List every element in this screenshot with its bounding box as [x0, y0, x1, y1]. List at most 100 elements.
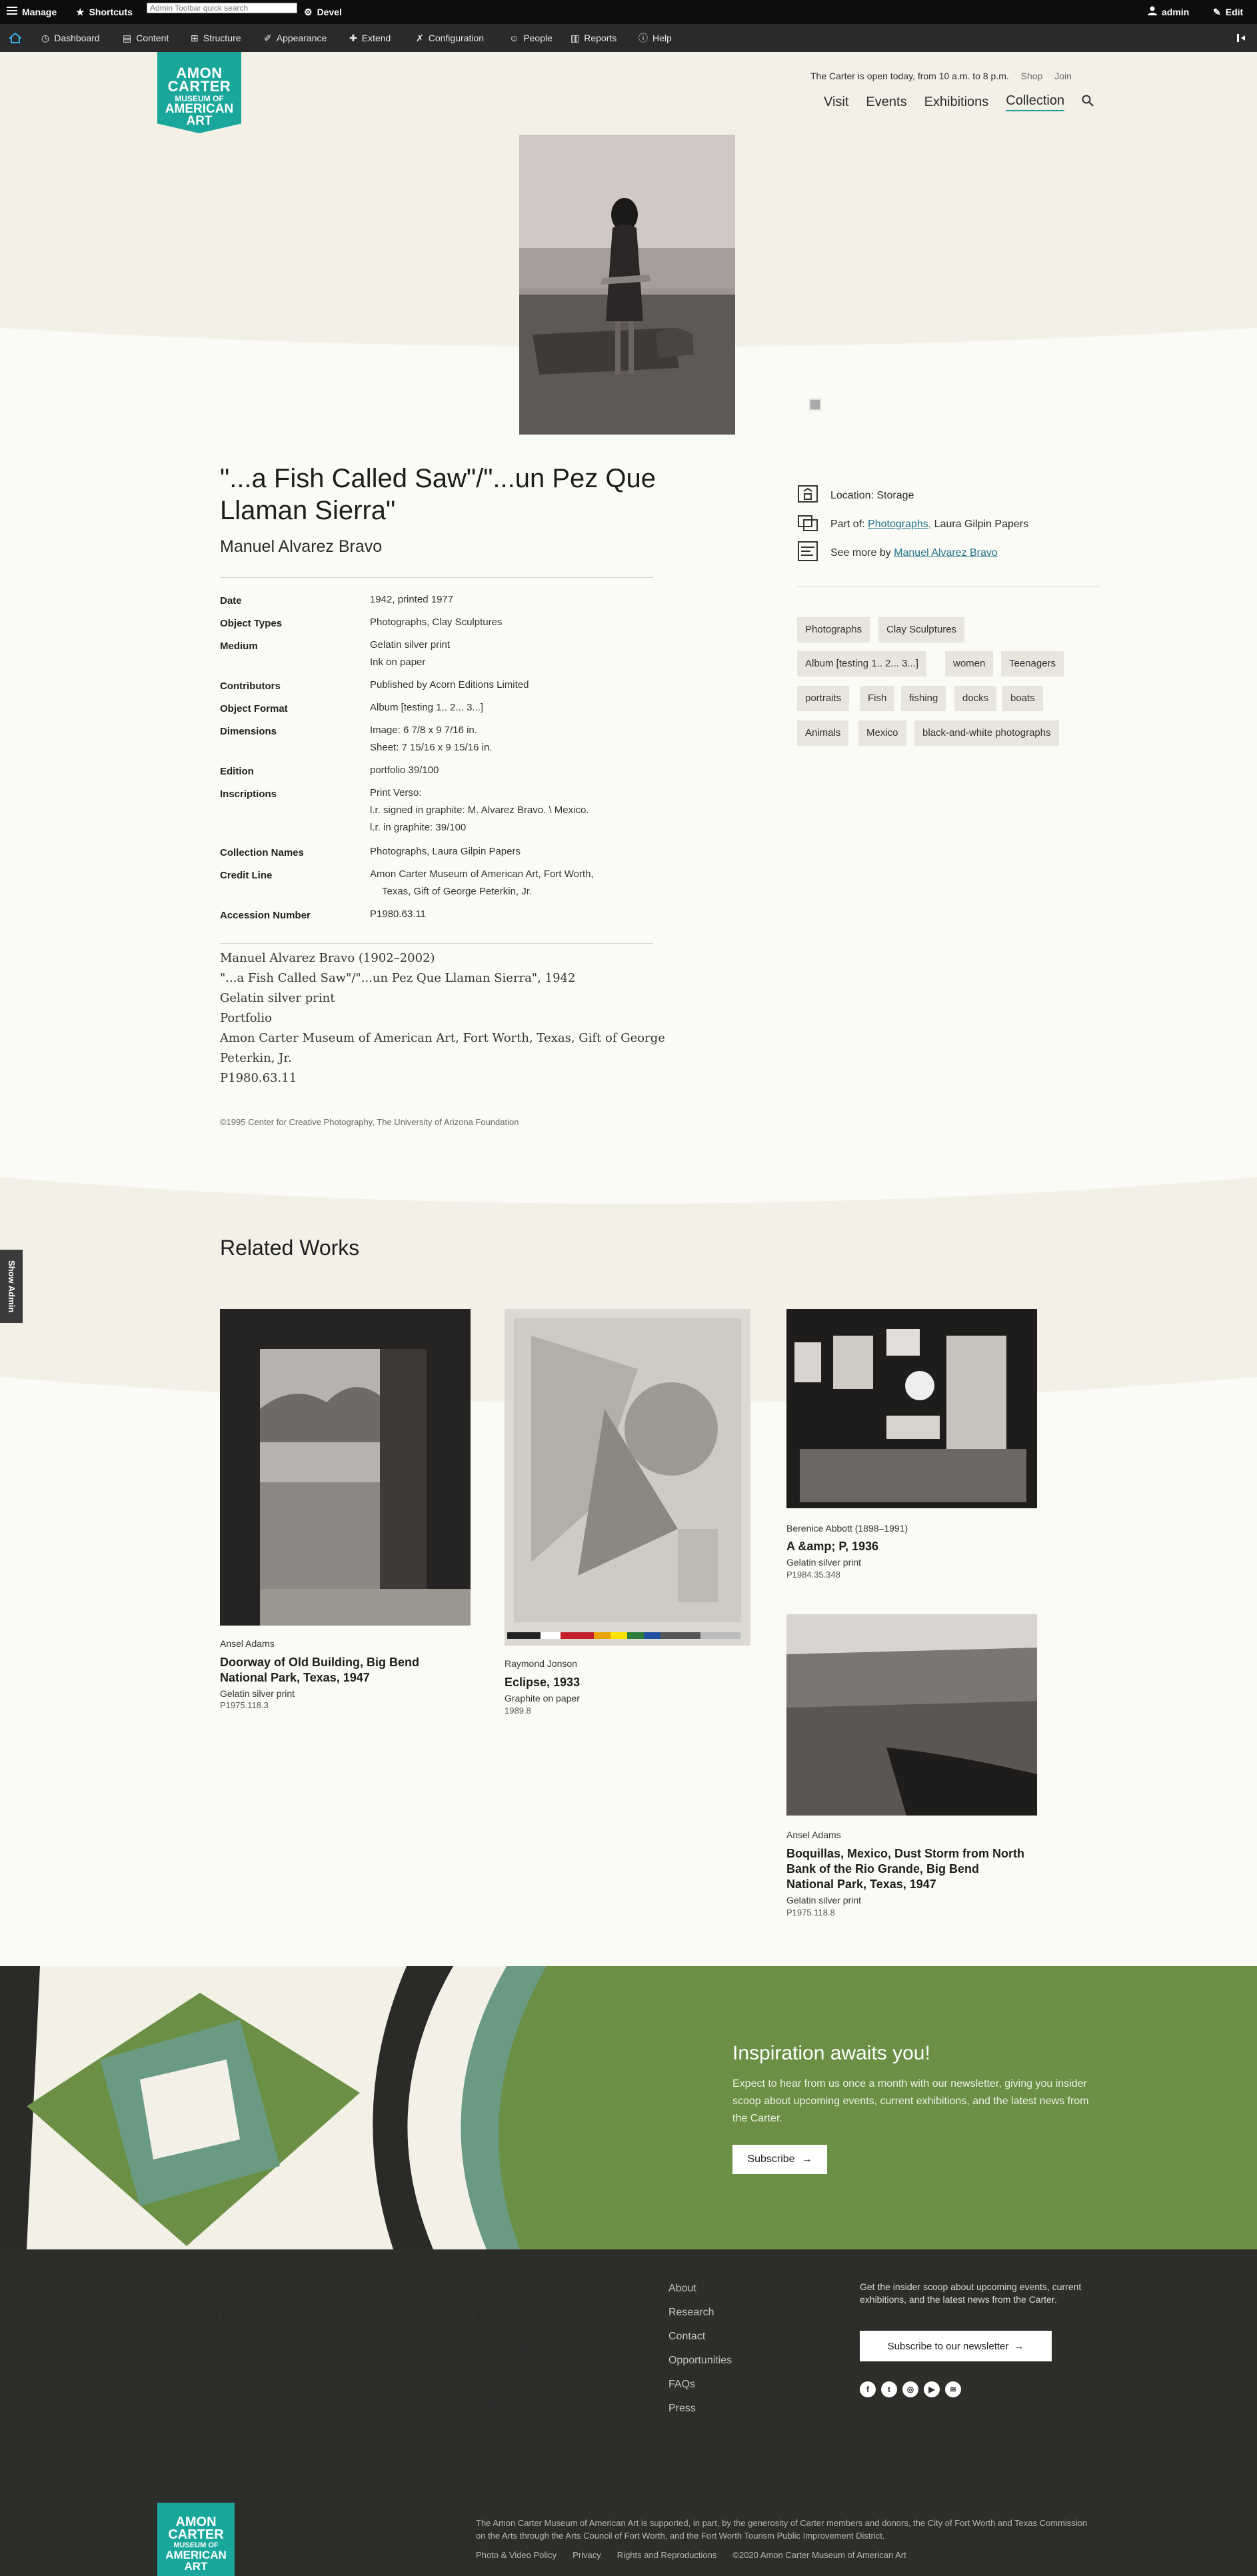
main-nav: Visit Events Exhibitions Collection	[824, 93, 1094, 111]
tag[interactable]: Mexico	[858, 720, 906, 746]
meta-label-collection-names: Collection Names	[220, 847, 304, 858]
twitter-icon[interactable]: t	[881, 2381, 897, 2397]
shortcuts-button[interactable]: ★ Shortcuts	[76, 0, 133, 24]
zoom-icon[interactable]	[809, 399, 821, 411]
related-work-title[interactable]: Boquillas, Mexico, Dust Storm from North…	[786, 1846, 1024, 1892]
tag[interactable]: Clay Sculptures	[878, 617, 965, 643]
see-more-artist-link[interactable]: Manuel Alvarez Bravo	[894, 547, 998, 559]
nav-events[interactable]: Events	[866, 95, 906, 110]
utility-nav: The Carter is open today, from 10 a.m. t…	[810, 71, 1081, 81]
site-logo[interactable]: AMON CARTER MUSEUM OF AMERICAN ART	[157, 52, 241, 133]
shop-link[interactable]: Shop	[1021, 71, 1043, 81]
related-work-image[interactable]	[786, 1309, 1037, 1508]
tag[interactable]: Album [testing 1.. 2... 3...]	[797, 651, 927, 676]
toolbar-orientation-icon[interactable]	[1237, 24, 1246, 52]
toolbar-item-appearance[interactable]: ✐ Appearance	[264, 24, 327, 52]
privacy-link[interactable]: Privacy	[573, 2550, 601, 2560]
footer-link-press[interactable]: Press	[668, 2403, 696, 2415]
edit-button[interactable]: ✎ Edit	[1213, 0, 1243, 24]
toolbar-item-configuration[interactable]: ✗ Configuration	[416, 24, 484, 52]
search-icon[interactable]	[1082, 95, 1094, 111]
spotify-icon[interactable]: ≋	[945, 2381, 961, 2397]
footer-nav-events[interactable]: Events	[476, 2309, 529, 2327]
toolbar-item-reports[interactable]: ▥ Reports	[571, 24, 617, 52]
toolbar-item-help[interactable]: ⓘ Help	[638, 24, 672, 52]
toolbar-item-dashboard[interactable]: ◷ Dashboard	[41, 24, 100, 52]
related-work-image[interactable]	[786, 1614, 1037, 1816]
footer-nav-visit[interactable]: Visit	[476, 2281, 509, 2299]
footer-link-opportunities[interactable]: Opportunities	[668, 2355, 732, 2367]
toolbar-item-structure[interactable]: ⊞ Structure	[191, 24, 241, 52]
photo-policy-link[interactable]: Photo & Video Policy	[476, 2550, 557, 2560]
rights-link[interactable]: Rights and Reproductions	[617, 2550, 717, 2560]
meta-value-date: 1942, printed 1977	[370, 594, 454, 605]
nav-visit[interactable]: Visit	[824, 95, 848, 110]
meta-label-object-format: Object Format	[220, 703, 288, 714]
instagram-icon[interactable]: ◎	[902, 2381, 918, 2397]
youtube-icon[interactable]: ▶	[924, 2381, 940, 2397]
meta-label-inscriptions: Inscriptions	[220, 788, 277, 800]
tag[interactable]: Photographs	[797, 617, 870, 643]
footer-nav-shop[interactable]: Shop	[476, 2393, 516, 2411]
meta-value-object-types: Photographs, Clay Sculptures	[370, 617, 503, 628]
tag[interactable]: fishing	[901, 686, 946, 711]
related-work-medium: Gelatin silver print	[786, 1557, 862, 1568]
related-work-artist: Ansel Adams	[786, 1830, 841, 1840]
footer-insider-text: Get the insider scoop about upcoming eve…	[860, 2281, 1082, 2305]
tag[interactable]: Animals	[797, 720, 849, 746]
part-of-photographs-link[interactable]: Photographs,	[868, 519, 931, 530]
meta-value-accession-number: P1980.63.11	[370, 908, 426, 920]
footer-nav-collection[interactable]: Collection	[476, 2365, 553, 2383]
devel-button[interactable]: ⚙ Devel	[304, 0, 342, 24]
related-work-image[interactable]	[220, 1309, 471, 1626]
toolbar-item-people[interactable]: ☺ People	[509, 24, 553, 52]
footer-link-research[interactable]: Research	[668, 2307, 714, 2319]
artwork-image[interactable]	[519, 135, 735, 435]
tag[interactable]: Fish	[860, 686, 895, 711]
artist-icon	[797, 541, 818, 565]
facebook-icon[interactable]: f	[860, 2381, 876, 2397]
wrench-icon: ✗	[416, 32, 424, 43]
related-work-accession: P1984.35.348	[786, 1570, 840, 1580]
tag[interactable]: women	[945, 651, 994, 676]
divider	[220, 943, 653, 944]
footer-nav-exhibitions[interactable]: Exhibitions	[476, 2337, 562, 2355]
toolbar-item-extend[interactable]: ✚ Extend	[349, 24, 391, 52]
footer-link-faqs[interactable]: FAQs	[668, 2379, 695, 2391]
footer-link-about[interactable]: About	[668, 2283, 696, 2295]
see-more-row: See more by Manuel Alvarez Bravo	[797, 541, 998, 565]
newsletter-signup-button[interactable]: Subscribe to our newsletter →	[860, 2331, 1052, 2361]
user-button[interactable]: admin	[1148, 0, 1189, 24]
show-admin-tab[interactable]: Show Admin	[0, 1250, 23, 1323]
citation-line: Portfolio	[220, 1011, 272, 1025]
tag[interactable]: portraits	[797, 686, 850, 711]
join-link[interactable]: Join	[1054, 71, 1072, 81]
footer-link-contact[interactable]: Contact	[668, 2331, 705, 2343]
location-icon	[797, 483, 818, 508]
related-work-title[interactable]: A &amp; P, 1936	[786, 1539, 878, 1554]
tag[interactable]: boats	[1002, 686, 1043, 711]
collection-icon	[797, 512, 818, 537]
footer-nav-join[interactable]: Join	[476, 2421, 509, 2439]
related-work-accession: P1975.118.3	[220, 1700, 269, 1710]
artwork-artist: Manuel Alvarez Bravo	[220, 537, 383, 556]
manage-button[interactable]: Manage	[7, 0, 57, 24]
nav-exhibitions[interactable]: Exhibitions	[924, 95, 989, 110]
subscribe-button[interactable]: Subscribe →	[732, 2145, 827, 2174]
related-work-title[interactable]: Doorway of Old Building, Big Bend Nationa…	[220, 1655, 419, 1686]
related-work-image[interactable]	[505, 1309, 750, 1646]
meta-label-credit-line: Credit Line	[220, 870, 273, 881]
admin-search-input[interactable]: Admin Toolbar quick search	[147, 3, 297, 13]
tag[interactable]: Teenagers	[1001, 651, 1064, 676]
part-of-row: Part of: Photographs, Laura Gilpin Paper…	[797, 512, 1028, 537]
related-work-title[interactable]: Eclipse, 1933	[505, 1675, 580, 1690]
citation-line: Amon Carter Museum of American Art, Fort…	[220, 1031, 665, 1045]
related-work-accession: 1989.8	[505, 1706, 531, 1716]
tag[interactable]: black-and-white photographs	[914, 720, 1059, 746]
admin-tray: ◷ Dashboard ▤ Content ⊞ Structure ✐ Appearan…	[0, 24, 1257, 52]
tag[interactable]: docks	[954, 686, 997, 711]
nav-collection[interactable]: Collection	[1006, 93, 1065, 111]
toolbar-item-content[interactable]: ▤ Content	[123, 24, 169, 52]
home-icon[interactable]	[9, 24, 21, 52]
footer-logo[interactable]: AMON CARTER MUSEUM OF AMERICAN ART	[157, 2503, 235, 2576]
